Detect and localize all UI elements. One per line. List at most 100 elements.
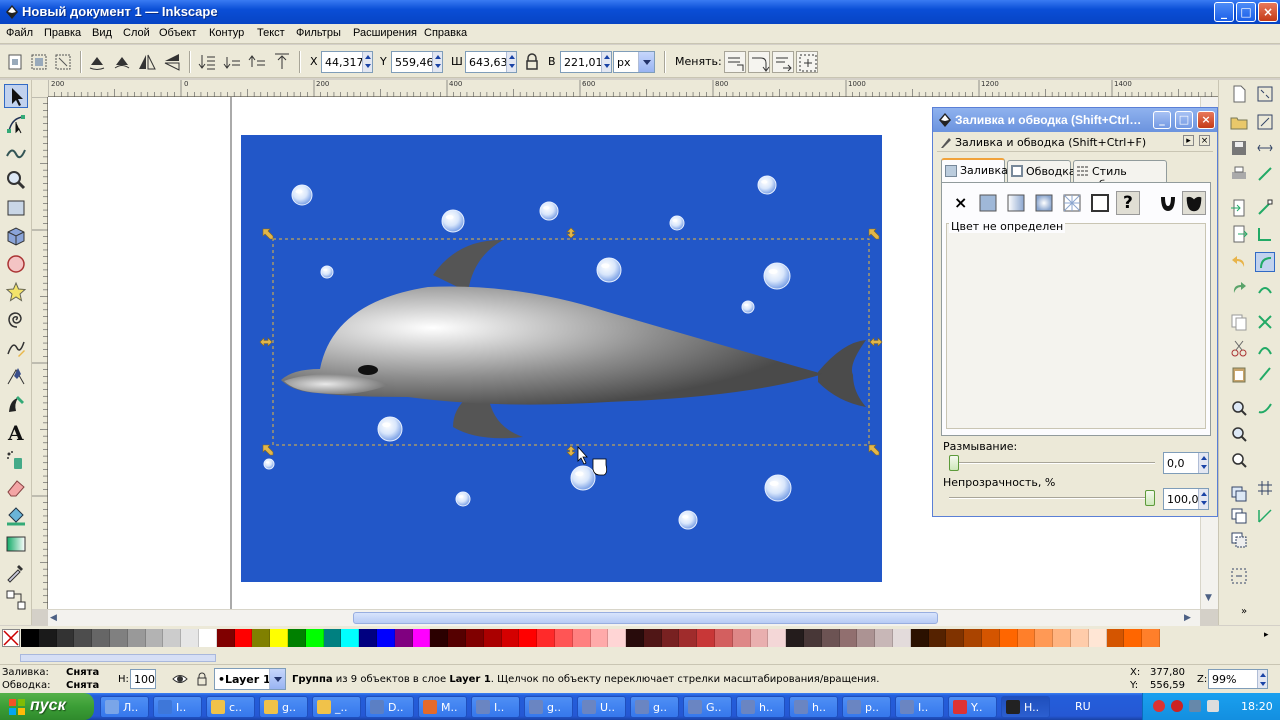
color-swatch[interactable] [928,629,947,647]
color-swatch[interactable] [448,629,466,647]
bubble[interactable] [539,201,559,221]
start-button[interactable]: пуск [0,693,94,720]
opacity-slider-handle[interactable] [1145,490,1155,506]
bubble[interactable] [320,265,334,279]
taskbar-task[interactable]: h.. [789,696,838,718]
opacity-slider-track[interactable] [949,497,1155,499]
undo-icon[interactable] [1229,252,1249,272]
export-icon[interactable] [1229,224,1249,244]
taskbar-task[interactable]: g.. [524,696,573,718]
bubble[interactable] [763,262,791,290]
color-swatch[interactable] [750,629,769,647]
ellipse-tool-icon[interactable] [4,252,28,276]
language-indicator[interactable]: RU [1075,700,1091,713]
color-swatch[interactable] [643,629,662,647]
color-swatch[interactable] [839,629,858,647]
color-swatch[interactable] [21,629,39,647]
color-swatch[interactable] [572,629,591,647]
menu-extensions[interactable]: Расширения [353,27,417,39]
bubble[interactable] [455,491,471,507]
snap-nodes-icon[interactable] [1255,198,1275,218]
blur-slider-track[interactable] [949,462,1155,464]
dialog-close-button[interactable]: × [1197,111,1215,129]
node-tool-icon[interactable] [4,112,28,136]
zoom-tool-icon[interactable] [4,168,28,192]
taskbar-task[interactable]: g.. [630,696,679,718]
opacity-spin-arrows[interactable] [1198,489,1208,509]
taskbar-task[interactable]: I.. [471,696,520,718]
menu-help[interactable]: Справка [424,27,467,39]
stroke-status-value[interactable]: Снята [66,680,99,691]
height-spin-arrows[interactable] [601,52,611,72]
3d-box-tool-icon[interactable] [4,224,28,248]
color-swatch[interactable] [999,629,1018,647]
color-swatch[interactable] [287,629,306,647]
color-swatch[interactable] [732,629,751,647]
layer-select[interactable]: •Layer 1 [214,668,286,690]
taskbar-task[interactable]: Л.. [100,696,149,718]
color-swatch[interactable] [1106,629,1125,647]
color-swatch[interactable] [163,629,182,647]
color-swatch[interactable] [109,629,128,647]
raise-to-top-icon[interactable] [271,51,293,73]
fill-swatch-button[interactable] [1088,191,1112,215]
flip-vertical-icon[interactable] [161,51,183,73]
save-icon[interactable] [1229,138,1249,158]
fill-linear-gradient-button[interactable] [1004,191,1028,215]
scale-stroke-icon[interactable] [724,51,746,73]
zoom-drawing-alt-icon[interactable] [1229,424,1249,444]
color-swatch[interactable] [270,629,288,647]
calligraphy-tool-icon[interactable] [4,392,28,416]
color-swatch[interactable] [519,629,538,647]
chevron-down-icon[interactable] [269,669,285,689]
color-swatch[interactable] [786,629,805,647]
palette-scrollbar[interactable] [0,652,1280,664]
color-swatch[interactable] [74,629,93,647]
deselect-icon[interactable] [52,51,74,73]
menu-filters[interactable]: Фильтры [296,27,341,39]
color-swatch[interactable] [127,629,146,647]
pen-tool-icon[interactable] [4,364,28,388]
color-swatch[interactable] [483,629,502,647]
scale-gradients-icon[interactable] [772,51,794,73]
dialog-minimize-button[interactable]: _ [1153,111,1171,129]
color-swatch[interactable] [181,629,199,647]
color-swatch[interactable] [1071,629,1089,647]
color-swatch[interactable] [430,629,449,647]
scale-patterns-icon[interactable] [796,51,818,73]
menu-path[interactable]: Контур [209,27,244,39]
text-tool-icon[interactable]: A [4,420,28,445]
color-swatch[interactable] [359,629,377,647]
color-swatch[interactable] [590,629,609,647]
zoom-field[interactable]: 99% [1208,669,1268,689]
scroll-left-icon[interactable]: ◀ [50,613,57,623]
menu-edit[interactable]: Правка [44,27,81,39]
color-swatch[interactable] [341,629,360,647]
lower-to-bottom-icon[interactable] [196,51,218,73]
taskbar-task[interactable]: U.. [577,696,626,718]
taskbar-task[interactable]: Y.. [948,696,997,718]
select-all-layers-icon[interactable] [28,51,50,73]
taskbar-task[interactable]: c.. [206,696,255,718]
snap-guides-grid-icon[interactable] [1255,478,1275,498]
taskbar-task[interactable]: I.. [153,696,202,718]
color-swatch[interactable] [982,629,1000,647]
zoom-drawing-icon[interactable] [1255,112,1275,132]
dialog-maximize-button[interactable]: □ [1175,111,1193,129]
color-swatch[interactable] [198,629,217,647]
clock[interactable]: 18:20 [1241,700,1273,713]
bubble[interactable] [263,458,275,470]
bubble[interactable] [764,474,792,502]
width-spin-arrows[interactable] [506,52,516,72]
color-swatch[interactable] [910,629,929,647]
snap-midpoint-icon[interactable] [1255,278,1275,298]
lock-icon[interactable] [521,51,543,73]
dialog-title-bar[interactable]: Заливка и обводка (Shift+Ctrl… _ □ × [933,108,1217,132]
dialog-iconify-icon[interactable]: ▸ [1183,135,1194,146]
fill-none-button[interactable]: × [948,191,972,215]
pencil-tool-icon[interactable] [4,336,28,360]
color-swatch[interactable] [946,629,965,647]
lower-icon[interactable] [221,51,243,73]
color-swatch[interactable] [1142,629,1160,647]
units-select[interactable]: px [613,51,655,73]
